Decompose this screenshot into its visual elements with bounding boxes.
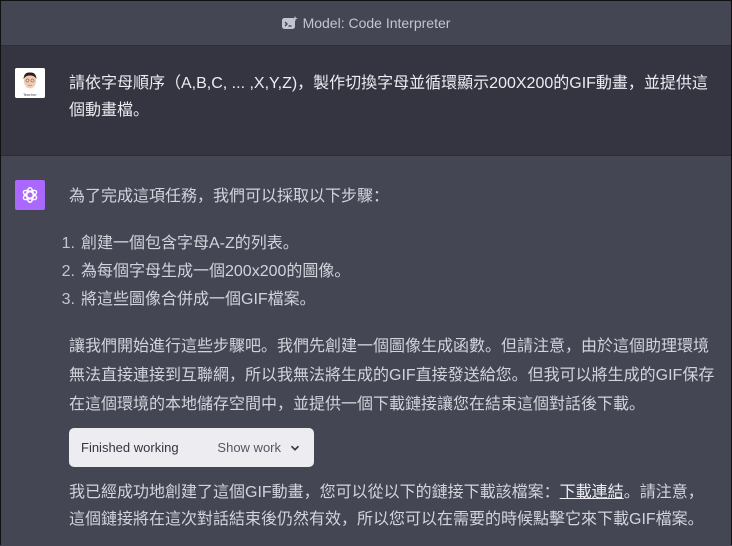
show-work-label: Show work (217, 440, 281, 455)
list-item: 2. 為每個字母生成一個200x200的圖像。 (51, 258, 351, 286)
step-text: 將這些圖像合併成一個GIF檔案。 (81, 291, 316, 308)
user-message: Teacher 請依字母順序（A,B,C, ... ,X,Y,Z)，製作切換字母… (1, 46, 731, 156)
code-interpreter-icon (281, 16, 298, 30)
openai-logo-icon (15, 180, 45, 210)
step-text: 為每個字母生成一個200x200的圖像。 (81, 263, 351, 280)
assistant-final-paragraph: 我已經成功地創建了這個GIF動畫，您可以從以下的鏈接下載該檔案：下載連結。請注意… (69, 479, 719, 533)
step-number: 1. (61, 235, 75, 252)
step-number: 2. (61, 263, 75, 280)
avatar-caption: Teacher (22, 93, 37, 97)
model-title: Model: Code Interpreter (302, 15, 451, 31)
show-work-button[interactable]: Show work (217, 440, 300, 455)
work-status-box: Finished working Show work (69, 428, 314, 467)
user-message-text: 請依字母順序（A,B,C, ... ,X,Y,Z)，製作切換字母並循環顯示200… (69, 75, 708, 119)
steps-list: 1. 創建一個包含字母A-Z的列表。 2. 為每個字母生成一個200x200的圖… (51, 230, 351, 314)
teacher-avatar: Teacher (15, 68, 45, 98)
download-link[interactable]: 下載連結 (560, 484, 624, 501)
step-text: 創建一個包含字母A-Z的列表。 (81, 235, 299, 252)
assistant-paragraph: 讓我們開始進行這些步驟吧。我們先創建一個圖像生成函數。但請注意，由於這個助理環境… (69, 338, 715, 413)
assistant-message: 為了完成這項任務，我們可以採取以下步驟： 1. 創建一個包含字母A-Z的列表。 … (1, 156, 731, 546)
model-header: Model: Code Interpreter (1, 1, 731, 46)
step-number: 3. (61, 291, 75, 308)
work-status-label: Finished working (81, 440, 179, 455)
final-text-before: 我已經成功地創建了這個GIF動畫，您可以從以下的鏈接下載該檔案： (69, 484, 560, 501)
chevron-down-icon (290, 445, 300, 451)
list-item: 3. 將這些圖像合併成一個GIF檔案。 (51, 286, 350, 314)
assistant-intro: 為了完成這項任務，我們可以採取以下步驟： (69, 188, 390, 205)
list-item: 1. 創建一個包含字母A-Z的列表。 (51, 230, 350, 258)
